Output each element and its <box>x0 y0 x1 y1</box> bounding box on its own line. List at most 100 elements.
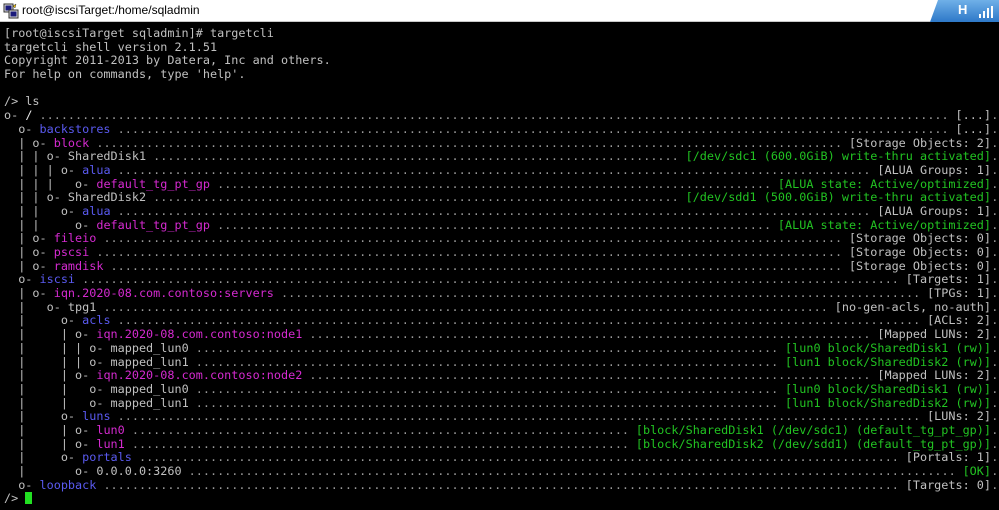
terminal-segment: | | o- <box>4 437 97 451</box>
terminal-segment: mapped_lun1 <box>110 396 189 410</box>
terminal-line: /> ls <box>4 95 999 109</box>
dot-leader: ........................................… <box>117 122 999 136</box>
terminal-line-text: | o- luns ..............................… <box>4 410 999 424</box>
terminal-line-status: [Portals: 1] <box>899 451 991 465</box>
terminal-line-text: o- / ...................................… <box>4 109 999 123</box>
connection-badge: H <box>930 0 999 22</box>
terminal-segment: | | o- <box>4 204 83 218</box>
terminal-status-segment: [/dev/sdd1 (500.0GiB) write-thru activat… <box>685 191 991 205</box>
terminal-line: | | o- iqn.2020-08.com.contoso:node2 ...… <box>4 369 999 383</box>
terminal-line: | o- pscsi .............................… <box>4 246 999 260</box>
terminal-segment: | o- <box>4 232 54 246</box>
terminal-line-status: [TPGs: 1] <box>921 287 991 301</box>
terminal-line: | o- acls ..............................… <box>4 314 999 329</box>
terminal-segment: /> <box>4 492 26 506</box>
terminal-line: | o- block .............................… <box>4 136 999 151</box>
terminal-segment: | o- <box>4 246 54 259</box>
terminal-status-segment: [lun1 block/SharedDisk2 (rw)] <box>785 355 991 369</box>
terminal-segment: | | o- <box>4 382 111 396</box>
terminal-line-status: [/dev/sdc1 (600.0GiB) write-thru activat… <box>679 150 991 164</box>
terminal-segment: default_tg_pt_gp <box>96 218 210 232</box>
terminal-line-status: [lun0 block/SharedDisk1 (rw)] <box>779 382 991 397</box>
terminal-line: | o- fileio ............................… <box>4 232 999 246</box>
terminal-status-segment: [ALUA state: Active/optimized] <box>777 177 991 191</box>
terminal-line: | | o- mapped_lun1 .....................… <box>4 396 999 411</box>
terminal-segment: /> ls <box>4 95 40 109</box>
terminal-line-text: | o- portals ...........................… <box>4 451 999 465</box>
terminal-line-text: | o- 0.0.0.0:3260 ......................… <box>4 465 999 479</box>
terminal-status-segment: [lun1 block/SharedDisk2 (rw)] <box>785 396 991 410</box>
signal-icon <box>979 6 993 18</box>
dot-leader: ........................................… <box>103 478 999 492</box>
terminal-segment: portals <box>82 451 132 465</box>
terminal-line-text: /> ls <box>4 95 40 109</box>
terminal-status-segment: [ALUA Groups: 1] <box>877 163 991 177</box>
terminal-segment: | | | o- <box>4 177 97 191</box>
terminal-line: | | | o- alua ..........................… <box>4 163 999 178</box>
terminal-line-status: [Storage Objects: 0] <box>842 246 991 260</box>
terminal-line-text: | | o- iqn.2020-08.com.contoso:node2 ...… <box>4 369 999 383</box>
terminal-status-segment: [OK] <box>962 465 991 478</box>
terminal-segment: [root@iscsiTarget sqladmin]# targetcli <box>4 27 274 40</box>
terminal-segment: | o- <box>4 465 97 478</box>
terminal-line-status: [no-gen-acls, no-auth] <box>828 300 991 315</box>
dot-leader: ........................................… <box>138 451 999 465</box>
terminal-segment: mapped_lun0 <box>110 382 189 396</box>
terminal-status-segment: [LUNs: 2] <box>927 410 991 424</box>
terminal-line: | | o- iqn.2020-08.com.contoso:node1 ...… <box>4 328 999 342</box>
terminal-segment: ramdisk <box>53 259 104 273</box>
terminal-line-text: | | | o- alua ..........................… <box>4 164 999 178</box>
terminal-line: | | | o- mapped_lun1 ...................… <box>4 355 999 370</box>
terminal-line-text: o- loopback ............................… <box>4 479 999 493</box>
terminal-status-segment: [Storage Objects: 0] <box>848 259 991 273</box>
window-title: root@iscsiTarget:/home/sqladmin <box>22 3 200 17</box>
terminal-line-status: [Storage Objects: 0] <box>842 259 991 274</box>
terminal-output[interactable]: [root@iscsiTarget sqladmin]# targetcli ta… <box>4 27 999 506</box>
terminal-segment: alua <box>82 204 111 218</box>
terminal-line: | o- tpg1 ..............................… <box>4 300 999 315</box>
terminal-line: | | o- SharedDisk1 .....................… <box>4 150 999 164</box>
terminal-segment: targetcli shell version 2.1.51 <box>4 40 218 54</box>
terminal-segment: 0.0.0.0:3260 <box>96 465 182 478</box>
terminal-line-status: [/dev/sdd1 (500.0GiB) write-thru activat… <box>679 191 991 205</box>
terminal-segment: lun0 <box>96 423 125 437</box>
terminal-segment: o- <box>4 109 26 123</box>
terminal-line: | | o- default_tg_pt_gp ................… <box>4 218 999 233</box>
terminal-segment: o- <box>4 122 40 136</box>
terminal-segment: luns <box>82 410 111 424</box>
terminal-line-status: [lun1 block/SharedDisk2 (rw)] <box>779 355 991 370</box>
terminal-segment: o- <box>4 478 40 492</box>
terminal-status-segment: [/dev/sdc1 (600.0GiB) write-thru activat… <box>685 150 991 164</box>
terminal-segment: iscsi <box>39 273 76 287</box>
dot-leader: ........................................… <box>117 163 999 177</box>
terminal-segment: Copyright 2011-2013 by Datera, Inc and o… <box>4 54 331 68</box>
terminal-line: Copyright 2011-2013 by Datera, Inc and o… <box>4 54 999 68</box>
terminal-status-segment: [Targets: 1] <box>905 273 991 287</box>
terminal-segment: backstores <box>39 122 111 136</box>
window-titlebar[interactable]: root@iscsiTarget:/home/sqladmin H <box>0 0 999 22</box>
dot-leader: ........................................… <box>117 410 999 424</box>
terminal-segment: | o- <box>4 287 54 301</box>
terminal-status-segment: [Targets: 0] <box>905 478 991 492</box>
terminal-segment: | o- <box>4 314 83 328</box>
terminal-status-segment: [ALUA state: Active/optimized] <box>777 218 991 232</box>
terminal-segment: default_tg_pt_gp <box>96 177 210 191</box>
terminal-segment: SharedDisk2 <box>67 191 147 205</box>
terminal-segment: SharedDisk1 <box>67 150 147 164</box>
terminal-line: | o- luns ..............................… <box>4 410 999 424</box>
terminal-status-segment: [block/SharedDisk1 (/dev/sdc1) (default_… <box>635 423 991 437</box>
terminal-segment: fileio <box>53 232 97 246</box>
terminal-segment: mapped_lun0 <box>110 341 189 355</box>
terminal-line-text: For help on commands, type 'help'. <box>4 68 245 82</box>
terminal-segment: alua <box>82 163 111 177</box>
terminal-line-status: [LUNs: 2] <box>921 410 991 424</box>
terminal-segment: | | o- <box>4 218 97 232</box>
terminal-line: | o- 0.0.0.0:3260 ......................… <box>4 465 999 479</box>
terminal-line: | o- ramdisk ...........................… <box>4 259 999 274</box>
terminal-line: | o- iqn.2020-08.com.contoso:servers ...… <box>4 287 999 301</box>
terminal-line-status: [OK] <box>956 465 991 479</box>
terminal-segment: iqn.2020-08.com.contoso:node1 <box>96 328 303 342</box>
terminal-segment: | o- <box>4 300 68 314</box>
terminal-status-segment: [ACLs: 2] <box>927 314 991 328</box>
terminal-status-segment: [TPGs: 1] <box>927 287 991 301</box>
